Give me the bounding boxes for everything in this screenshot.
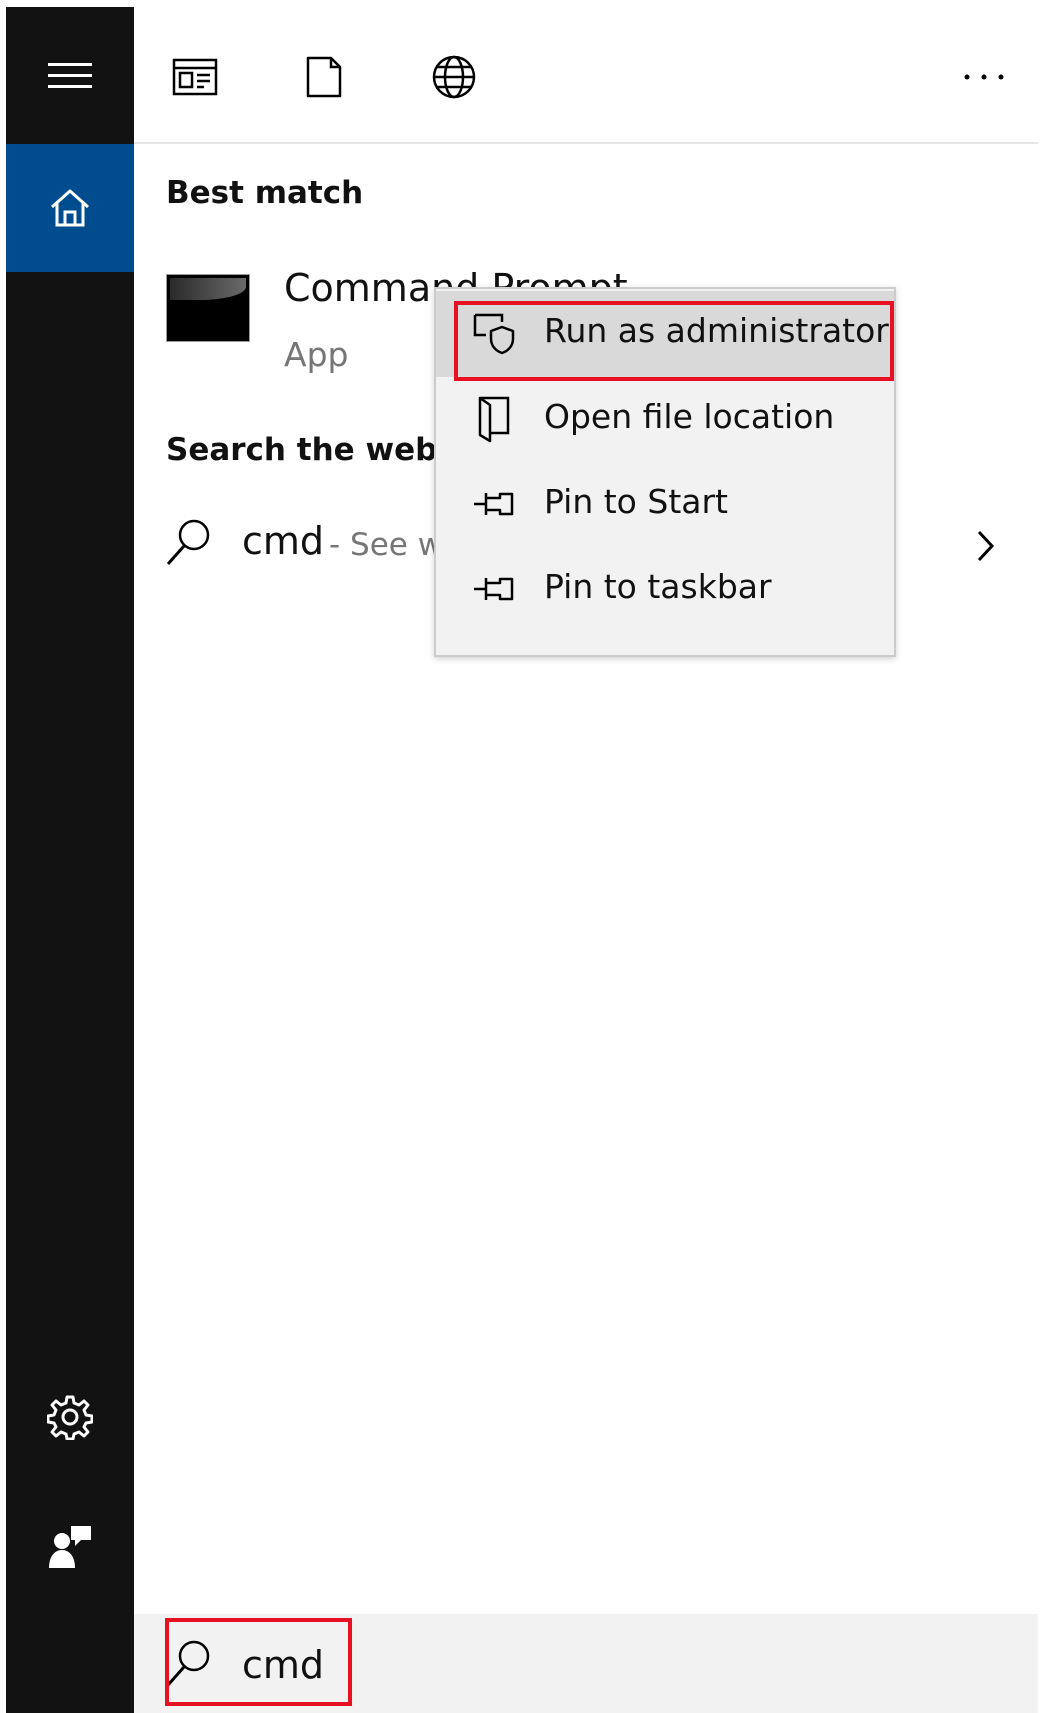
home-icon <box>51 189 89 227</box>
apps-icon <box>172 58 218 96</box>
search-results-panel: Best match Command Prompt App Search the… <box>134 7 1038 1713</box>
documents-icon <box>306 56 342 98</box>
command-prompt-app-icon <box>166 274 250 342</box>
app-type: App <box>284 335 349 374</box>
web-filter-button[interactable] <box>424 47 484 107</box>
pin-to-start-item[interactable]: Pin to Start <box>436 462 894 548</box>
best-match-heading: Best match <box>166 175 364 211</box>
menu-item-label: Pin to Start <box>544 482 728 521</box>
web-icon <box>432 55 476 99</box>
web-query-text: cmd <box>242 519 325 563</box>
search-icon <box>166 1640 210 1686</box>
more-options-button[interactable] <box>954 47 1014 107</box>
run-as-admin-highlight-box <box>454 301 894 381</box>
pin-to-taskbar-item[interactable]: Pin to taskbar <box>436 547 894 633</box>
chevron-right-icon <box>977 530 995 562</box>
menu-item-label: Pin to taskbar <box>544 567 772 606</box>
home-button[interactable] <box>6 144 134 272</box>
menu-item-label: Open file location <box>544 397 835 436</box>
open-file-location-item[interactable]: Open file location <box>436 377 894 463</box>
web-query-hint: - See w <box>329 527 444 563</box>
web-result-expand[interactable] <box>966 521 1006 571</box>
search-web-heading: Search the web <box>166 432 438 468</box>
search-icon <box>166 519 210 565</box>
context-menu: Run as administrator Open file location … <box>434 287 896 657</box>
pin-icon <box>470 480 518 528</box>
search-input[interactable] <box>242 1632 742 1698</box>
more-icon <box>964 74 1004 80</box>
folder-location-icon <box>470 395 518 443</box>
filter-bar <box>134 7 1038 144</box>
search-bar <box>134 1614 1038 1713</box>
right-edge <box>1038 0 1045 1713</box>
pin-icon <box>470 565 518 613</box>
documents-filter-button[interactable] <box>294 47 354 107</box>
start-sidebar <box>6 7 134 1713</box>
gear-icon <box>47 1395 93 1440</box>
settings-button[interactable] <box>6 1377 134 1457</box>
apps-filter-button[interactable] <box>165 47 225 107</box>
feedback-button[interactable] <box>6 1507 134 1587</box>
feedback-icon <box>49 1526 91 1568</box>
menu-button[interactable] <box>6 7 134 144</box>
hamburger-icon <box>48 62 92 88</box>
